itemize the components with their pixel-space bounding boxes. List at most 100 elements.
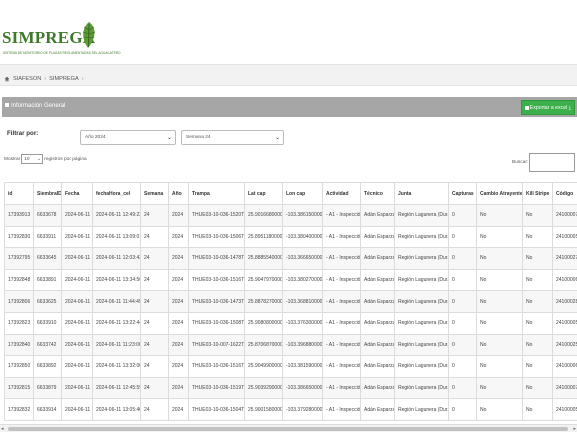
table-cell: 2024-06-11 — [61, 268, 93, 292]
column-header[interactable]: SiembraID — [33, 182, 62, 205]
table-row[interactable]: 17392815 6633879 2024-06-11 2024-06-11 12:4… — [4, 376, 577, 400]
table-cell: 17392795 — [4, 247, 34, 270]
column-header[interactable]: Año — [168, 182, 189, 205]
column-header[interactable]: Actividad — [322, 182, 361, 205]
table-row[interactable]: 17392795 6633645 2024-06-11 2024-06-11 12:0… — [4, 247, 577, 270]
page-length-value: 10 — [24, 157, 30, 162]
table-row[interactable]: 17392823 6633910 2024-06-11 2024-06-11 13:2… — [4, 311, 577, 335]
table-cell: Adán Esparza — [360, 268, 395, 292]
column-header[interactable]: Junta — [394, 182, 449, 205]
table-cell: 2024-06-11 13:09:01 — [92, 225, 141, 249]
column-header[interactable]: Capturas — [448, 182, 477, 205]
table-cell: 17392848 — [4, 268, 34, 292]
table-cell: -103.3763000000 — [282, 311, 323, 335]
table-cell: 2024 — [168, 311, 189, 335]
table-row[interactable]: 17392848 6633891 2024-06-11 2024-06-11 13:3… — [4, 268, 577, 292]
table-cell: Adán Esparza — [360, 398, 395, 421]
column-header[interactable]: id — [4, 182, 34, 205]
table-cell: 2024-06-11 11:23:06 — [92, 333, 141, 357]
table-cell: 25.9001580000 — [244, 398, 283, 421]
table-cell: 24 — [140, 268, 169, 292]
week-select[interactable]: Semana 24 ⌄ — [181, 130, 284, 145]
year-select[interactable]: Año 2024 ⌄ — [80, 130, 176, 145]
download-icon: ⤓ — [568, 105, 571, 111]
table-row[interactable]: 17392850 6633892 2024-06-11 2024-06-11 13:3… — [4, 355, 577, 378]
table-row[interactable]: 17392832 6633914 2024-06-11 2024-06-11 13:0… — [4, 398, 577, 421]
table-cell: No — [476, 376, 523, 400]
breadcrumb-item-simprega[interactable]: SIMPREGA — [49, 76, 79, 82]
home-icon[interactable] — [4, 76, 10, 82]
table-cell: -103.3968800000 — [282, 333, 323, 357]
column-header[interactable]: Lat cap — [244, 182, 283, 205]
column-header[interactable]: Cambio Atrayente — [476, 182, 523, 205]
table-row[interactable]: 17393913 6633678 2024-06-11 2024-06-11 12:4… — [4, 204, 577, 227]
search-input[interactable] — [529, 153, 575, 172]
table-cell: - A1 - Inspección — [322, 333, 361, 357]
logo-subtitle: SISTEMA DE MONITOREO DE PLAGAS REGLAMENT… — [3, 51, 121, 55]
table-cell: No — [476, 333, 523, 357]
table-cell: - A1 - Inspección — [322, 290, 361, 313]
page-length-control: Mostrar 10 ⌄ registros por página — [4, 154, 87, 164]
column-header[interactable]: fechaHora_cel — [92, 182, 141, 205]
table-cell: 2024-06-11 — [61, 311, 93, 335]
table-cell: 6633625 — [33, 290, 62, 313]
table-cell: No — [522, 204, 553, 227]
column-header[interactable]: Lon cap — [282, 182, 323, 205]
column-header[interactable]: Trampa — [188, 182, 245, 205]
table-cell: 25.8878270000 — [244, 290, 283, 313]
table-cell: No — [476, 247, 523, 270]
column-header[interactable]: Técnico — [360, 182, 395, 205]
column-header[interactable]: Código — [552, 182, 577, 205]
scroll-right-icon[interactable]: ▸ — [573, 426, 576, 432]
table-cell: 0 — [448, 376, 477, 400]
table-cell: 2024-06-11 — [61, 204, 93, 227]
breadcrumb-item-siafeson[interactable]: SIAFESON — [13, 76, 41, 82]
year-select-value: Año 2024 — [85, 135, 106, 140]
show-label: Mostrar — [4, 156, 21, 162]
table-cell: 6633879 — [33, 376, 62, 400]
table-cell: 24 — [140, 311, 169, 335]
scrollbar-thumb[interactable] — [8, 427, 568, 431]
leaf-icon — [82, 22, 96, 48]
breadcrumb-separator: › — [44, 75, 47, 82]
table-cell: 25.9016680000 — [244, 204, 283, 227]
table-cell: No — [476, 225, 523, 249]
table-cell: - A1 - Inspección — [322, 225, 361, 249]
column-header[interactable]: Semana — [140, 182, 169, 205]
page-length-select[interactable]: 10 ⌄ — [21, 154, 44, 164]
table-cell: 17392832 — [4, 398, 34, 421]
table-cell: -103.3815900000 — [282, 355, 323, 378]
table-cell: 17392850 — [4, 355, 34, 378]
table-cell: THUE03-10-036-1473T01 — [188, 290, 245, 313]
table-cell: 24 — [140, 204, 169, 227]
column-header[interactable]: Kill Stripe — [522, 182, 553, 205]
table-cell: 24 — [140, 247, 169, 270]
scroll-left-icon[interactable]: ◂ — [1, 426, 4, 432]
table-cell: -103.3792800000 — [282, 398, 323, 421]
export-excel-button[interactable]: Exportar a excel ⤓ — [520, 100, 575, 115]
table-cell: 6633910 — [33, 311, 62, 335]
table-cell: 2024 — [168, 268, 189, 292]
table-cell: No — [522, 376, 553, 400]
column-header[interactable]: Fecha — [61, 182, 93, 205]
table-cell: 25.9039290000 — [244, 376, 283, 400]
table-row[interactable]: 17392830 6633911 2024-06-11 2024-06-11 13:0… — [4, 225, 577, 249]
records-label: registros por página — [44, 156, 87, 162]
table-row[interactable]: 17392840 6633742 2024-06-11 2024-06-11 11:2… — [4, 333, 577, 357]
table-cell: No — [522, 355, 553, 378]
table-cell: 6633742 — [33, 333, 62, 357]
table-cell: 2024-06-11 — [61, 290, 93, 313]
table-cell: Región Lagunera (Dur.) — [394, 355, 449, 378]
chevron-down-icon: ⌄ — [274, 135, 280, 141]
export-label: Exportar a excel — [529, 105, 568, 111]
table-cell: 25.8951180000 — [244, 225, 283, 249]
table-cell: 2024-06-11 12:49:22 — [92, 204, 141, 227]
table-cell: Adán Esparza — [360, 290, 395, 313]
table-cell: 17393913 — [4, 204, 34, 227]
horizontal-scrollbar[interactable]: ◂ ▸ — [0, 424, 577, 432]
table-cell: -103.3666500000 — [282, 247, 323, 270]
table-cell: Región Lagunera (Dur.) — [394, 376, 449, 400]
table-cell: 25.9080800000 — [244, 311, 283, 335]
table-header-row: id SiembraID Fecha fechaHora_cel Semana Año Tr… — [4, 182, 577, 205]
table-row[interactable]: 17392806 6633625 2024-06-11 2024-06-11 11:4… — [4, 290, 577, 313]
